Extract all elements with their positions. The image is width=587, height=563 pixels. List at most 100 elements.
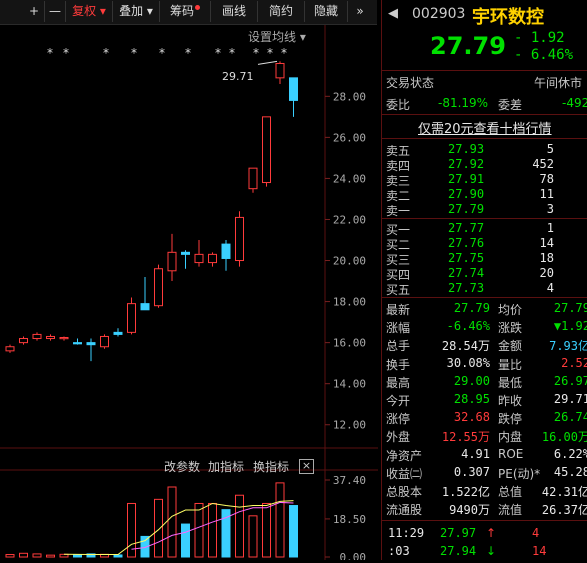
kline-svg: 28.00 26.00 24.00 22.00 20.00 18.00 16.00 14.00… — [0, 25, 378, 563]
volume-bar — [208, 502, 217, 558]
y-tick-label: 16.00 — [333, 337, 366, 350]
prev-stock-icon[interactable]: ◀ — [388, 6, 398, 21]
volume-bar — [46, 554, 55, 558]
hide-button[interactable]: 隐藏 — [305, 1, 348, 22]
chip-label: 筹码 — [169, 4, 194, 18]
max-marker-line — [257, 60, 278, 65]
book-asks-volume: 5 — [546, 142, 554, 156]
stat-value: 7.93亿 — [549, 339, 587, 354]
volume-bar — [181, 523, 190, 558]
swap-indicator-button[interactable]: 换指标 — [253, 458, 289, 475]
stat-label: 收益㈡ — [386, 466, 423, 481]
change-params-button[interactable]: 改参数 — [164, 458, 200, 475]
stat-label: 流通股 — [386, 503, 423, 518]
book-bids-price[interactable]: 27.74 — [448, 266, 484, 280]
y-tick-label: 20.00 — [333, 255, 366, 268]
ma-settings-button[interactable]: 设置均线 ▾ — [248, 28, 306, 45]
stat-label: 总手 — [386, 339, 411, 354]
volume-bar — [73, 554, 82, 558]
volume-bar — [289, 505, 298, 558]
book-bids-volume: 1 — [546, 221, 554, 235]
book-asks-price[interactable]: 27.92 — [448, 157, 484, 171]
event-mark: * — [229, 46, 235, 60]
draw-line-button[interactable]: 画线 — [211, 1, 258, 22]
stat-label: ROE — [498, 446, 524, 461]
kline-chart[interactable]: 28.00 26.00 24.00 22.00 20.00 18.00 16.00 14.00… — [0, 25, 378, 563]
event-mark: * — [281, 46, 287, 60]
event-mark: * — [159, 46, 165, 60]
volume-bar — [32, 553, 42, 558]
tick-volume: 14 — [532, 544, 547, 558]
simple-mode-button[interactable]: 简约 — [258, 1, 305, 22]
candle-body — [19, 338, 28, 344]
weicha-value: -492 — [562, 96, 587, 110]
stat-label: 最新 — [386, 303, 411, 317]
tick-price: 27.97 — [440, 526, 477, 540]
toolbar: + — 复权 ▾ 叠加 ▾ 筹码 画线 简约 隐藏 » — [0, 0, 377, 25]
book-asks-price[interactable]: 27.90 — [448, 187, 484, 201]
dropdown-arrow-icon: ▾ — [143, 4, 153, 18]
stat-value: 45.28 — [553, 464, 587, 479]
book-asks-volume: 78 — [539, 172, 554, 186]
fuquan-button[interactable]: 复权 ▾ — [66, 1, 113, 22]
stat-value: 0.307 — [453, 464, 490, 479]
stat-label: 涨幅 — [386, 321, 411, 336]
close-indicator-icon[interactable]: × — [299, 459, 314, 474]
candle-body — [248, 167, 258, 190]
stat-label: 涨停 — [386, 412, 411, 427]
book-bids-price[interactable]: 27.77 — [448, 221, 484, 235]
stat-label: 总股本 — [386, 485, 423, 499]
dropdown-arrow-icon: ▾ — [96, 4, 106, 18]
book-asks-price[interactable]: 27.79 — [448, 202, 484, 216]
volume-bar — [275, 482, 285, 558]
y-tick-label: 12.00 — [333, 419, 366, 432]
stat-label: 净资产 — [386, 448, 423, 463]
y-tick-label: 26.00 — [333, 131, 366, 144]
status-label: 交易状态 — [386, 76, 435, 90]
book-bids-price[interactable]: 27.75 — [448, 251, 484, 265]
book-asks-label: 卖一 — [386, 204, 411, 218]
event-mark: * — [47, 46, 53, 60]
weibi-value: -81.19% — [438, 96, 489, 110]
book-bids-volume: 20 — [539, 266, 554, 280]
volume-bar — [167, 486, 177, 558]
book-bids-price[interactable]: 27.76 — [448, 236, 484, 250]
status-value: 午间休市 — [534, 76, 583, 90]
book-asks-price[interactable]: 27.93 — [448, 142, 484, 156]
level10-promo-link[interactable]: 仅需20元查看十档行情 — [418, 118, 552, 137]
book-bids-price[interactable]: 27.73 — [448, 281, 484, 295]
stat-value: 16.00万 — [541, 430, 587, 445]
stat-value: 27.79 — [453, 301, 490, 315]
stat-value: 26.37亿 — [541, 503, 587, 518]
stat-value: -6.46% — [446, 319, 490, 334]
tick-volume: 4 — [532, 526, 540, 540]
vol-tick-label: 37.40 — [333, 474, 366, 487]
add-indicator-button[interactable]: 加指标 — [208, 458, 244, 475]
y-tick-label: 18.00 — [333, 296, 366, 309]
stat-label: 最高 — [386, 375, 411, 390]
event-mark: * — [131, 46, 137, 60]
zoom-in-button[interactable]: + — [24, 1, 45, 22]
vol-tick-label: 0.00 — [340, 551, 367, 560]
event-mark: * — [185, 46, 191, 60]
stat-label: 涨跌 — [498, 321, 523, 336]
zoom-out-button[interactable]: — — [45, 1, 66, 22]
stat-value: 2.52 — [561, 355, 587, 370]
dropdown-arrow-icon: ▾ — [296, 30, 306, 44]
stat-label: 均价 — [498, 303, 523, 317]
stat-value: 28.54万 — [441, 339, 490, 354]
more-button[interactable]: » — [348, 1, 372, 22]
overlay-button[interactable]: 叠加 ▾ — [113, 1, 160, 22]
price-change: - 1.92 — [514, 30, 565, 46]
price-change-pct: - 6.46% — [514, 47, 574, 63]
stat-label: 今开 — [386, 394, 411, 408]
event-mark: * — [215, 46, 221, 60]
stat-label: 最低 — [498, 375, 523, 390]
chip-button[interactable]: 筹码 — [160, 1, 211, 22]
tick-direction-icon: ↓ — [486, 544, 497, 558]
volume-bar — [194, 502, 204, 558]
candle-body — [275, 62, 285, 79]
stat-label: 外盘 — [386, 430, 411, 445]
candle-body — [235, 216, 244, 262]
book-asks-price[interactable]: 27.91 — [448, 172, 484, 186]
